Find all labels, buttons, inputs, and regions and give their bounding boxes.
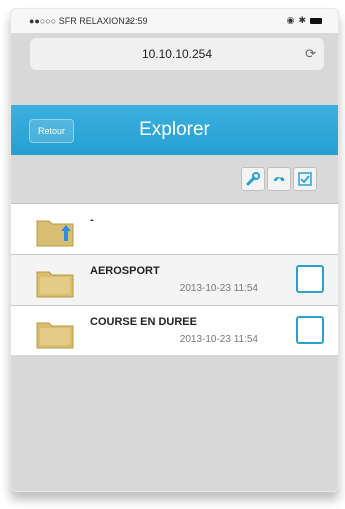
list-item[interactable]: COURSE EN DUREE 2013-10-23 11:54: [11, 306, 338, 357]
reload-icon[interactable]: ⟳: [305, 46, 316, 62]
item-checkbox[interactable]: [296, 316, 324, 344]
status-icons: ◉ ✱: [287, 15, 322, 26]
folder-up-icon: [35, 214, 75, 248]
check-square-icon[interactable]: [293, 167, 317, 191]
carrier-text: SFR RELAXION: [58, 16, 125, 26]
nav-bar: Retour Explorer: [11, 105, 338, 155]
folder-icon: [35, 265, 75, 299]
url-text: 10.10.10.254: [141, 47, 213, 61]
lock-rotation-icon: ◉: [286, 15, 295, 25]
item-checkbox[interactable]: [296, 265, 324, 293]
item-name: -: [90, 214, 94, 226]
address-bar[interactable]: 10.10.10.254 ⟳: [29, 37, 325, 71]
cloud-upload-icon[interactable]: [267, 167, 291, 191]
empty-content-area: [11, 355, 338, 491]
bluetooth-icon: ✱: [298, 15, 306, 25]
carrier-label: ●●○○○ SFR RELAXION ≈: [29, 16, 132, 26]
list-item[interactable]: -: [11, 204, 338, 255]
list-item[interactable]: AEROSPORT 2013-10-23 11:54: [11, 255, 338, 306]
clock: 22:59: [125, 16, 148, 26]
wrench-icon[interactable]: [241, 167, 265, 191]
signal-icon: ●●○○○: [29, 16, 57, 26]
page-title: Explorer: [139, 119, 210, 140]
item-name: AEROSPORT: [90, 265, 160, 277]
battery-icon: [310, 17, 322, 24]
item-name: COURSE EN DUREE: [90, 316, 197, 328]
status-bar: ●●○○○ SFR RELAXION ≈ 22:59 ◉ ✱: [11, 9, 338, 33]
toolbar: [11, 155, 338, 204]
folder-icon: [35, 316, 75, 350]
item-date: 2013-10-23 11:54: [179, 334, 258, 345]
item-date: 2013-10-23 11:54: [179, 283, 258, 294]
phone-screen: ●●○○○ SFR RELAXION ≈ 22:59 ◉ ✱ 10.10.10.…: [10, 8, 339, 492]
